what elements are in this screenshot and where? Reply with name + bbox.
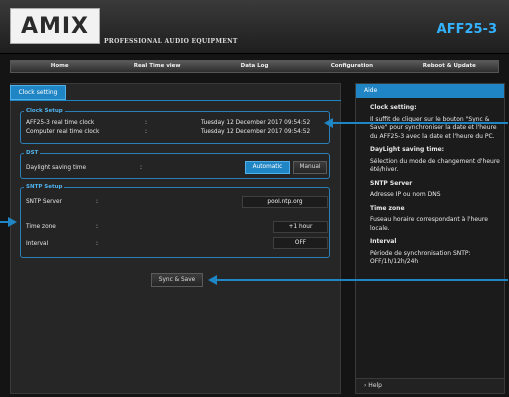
time-zone-sep: : <box>96 224 98 230</box>
help-heading-dst: DayLight saving time: <box>370 146 445 153</box>
pc-clock-sep: : <box>145 129 147 135</box>
interval-label: Interval <box>26 241 49 247</box>
interval-sep: : <box>96 241 98 247</box>
tab-clock-setting[interactable]: Clock setting <box>10 85 66 100</box>
dst-automatic-button[interactable]: Automatic <box>245 161 290 174</box>
sntp-legend: SNTP Setup <box>26 184 63 190</box>
clock-setup-group: Clock Setup <box>20 108 330 144</box>
help-heading-timezone: Time zone <box>370 204 405 212</box>
sntp-server-input[interactable]: pool.ntp.org <box>242 196 328 208</box>
help-text-interval: Période de synchronisation SNTP: OFF/1h/… <box>370 249 471 266</box>
sntp-server-label: SNTP Server <box>26 199 62 205</box>
time-zone-label: Time zone <box>26 224 56 230</box>
menu-real-time-view[interactable]: Real Time view <box>108 61 205 72</box>
help-heading-sntp: SNTP Server <box>370 179 413 187</box>
time-zone-select[interactable]: +1 hour <box>273 221 328 233</box>
model-name: AFF25-3 <box>436 22 497 37</box>
menu-home[interactable]: Home <box>11 61 108 72</box>
help-text-clock: Il suffit de cliquer sur le bouton "Sync… <box>370 115 497 140</box>
help-panel: Aide Clock setting: Il suffit de cliquer… <box>355 83 505 394</box>
header: AMIX PROFESSIONAL AUDIO EQUIPMENT AFF25-… <box>0 0 509 54</box>
help-panel-title: Aide <box>356 84 504 98</box>
aff-clock-value: Tuesday 12 December 2017 09:54:52 <box>201 120 311 126</box>
amix-logo: AMIX <box>10 8 100 44</box>
help-heading-interval: Interval <box>370 238 397 245</box>
help-heading-clock: Clock setting: <box>370 104 417 111</box>
tab-underline <box>10 100 341 101</box>
aff-clock-label: AFF25-3 real time clock <box>26 120 95 126</box>
main-menu: Home Real Time view Data Log Configurati… <box>10 60 499 73</box>
menu-data-log[interactable]: Data Log <box>206 61 303 72</box>
clock-setup-legend: Clock Setup <box>26 108 63 114</box>
arrow-line-sync <box>217 279 508 281</box>
help-text-sntp: Adresse IP ou nom DNS <box>370 191 441 198</box>
dst-manual-button[interactable]: Manual <box>293 161 327 174</box>
arrow-left-icon <box>324 118 333 128</box>
help-text-dst: Sélection du mode de changement d'heure … <box>370 157 500 174</box>
interval-select[interactable]: OFF <box>273 237 328 249</box>
help-link[interactable]: › Help <box>356 378 504 393</box>
sync-save-button[interactable]: Sync & Save <box>151 273 203 287</box>
arrow-right-icon <box>8 217 17 227</box>
aff-clock-sep: : <box>145 120 147 126</box>
pc-clock-label: Computer real time clock <box>26 129 100 135</box>
arrow-line-sntp <box>0 221 8 223</box>
pc-clock-value: Tuesday 12 December 2017 09:54:52 <box>201 129 311 135</box>
dst-label: Daylight saving time <box>26 165 87 171</box>
dst-sep: : <box>140 165 142 171</box>
dst-legend: DST <box>26 150 39 156</box>
arrow-left-icon <box>208 275 217 285</box>
arrow-line-clock <box>332 122 508 124</box>
menu-configuration[interactable]: Configuration <box>303 61 400 72</box>
help-panel-body: Clock setting: Il suffit de cliquer sur … <box>370 104 500 267</box>
menu-reboot-update[interactable]: Reboot & Update <box>401 61 498 72</box>
sntp-server-sep: : <box>96 199 98 205</box>
help-text-timezone: Fuseau horaire correspondant à l'heure l… <box>370 216 488 232</box>
brand-subtitle: PROFESSIONAL AUDIO EQUIPMENT <box>104 38 238 45</box>
